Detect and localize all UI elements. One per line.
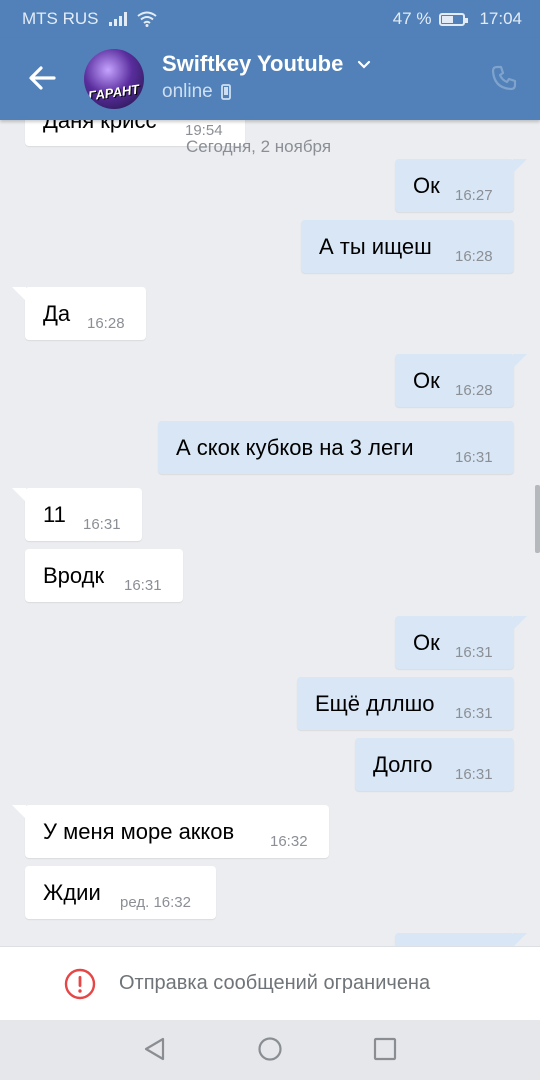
message-text: Долго — [373, 752, 433, 777]
chevron-down-icon[interactable] — [357, 60, 371, 70]
message-bubble[interactable]: У меня море акков 16:32 — [25, 805, 329, 858]
circle-home-icon[interactable] — [257, 1036, 283, 1062]
message-bubble[interactable]: Ок 16:27 — [395, 159, 514, 212]
avatar[interactable]: ГАРАНТ — [84, 49, 144, 109]
message-text: Даня крисс — [43, 120, 157, 133]
message-text: 11 — [43, 502, 66, 527]
scrollbar[interactable] — [535, 485, 540, 553]
bubble-tail — [513, 354, 527, 368]
messaging-restricted-notice: Отправка сообщений ограничена — [0, 946, 540, 1021]
message-text: Вродк — [43, 563, 105, 588]
message-bubble[interactable]: 11 16:31 — [25, 488, 142, 541]
message-time: 16:27 — [455, 187, 493, 204]
square-recents-icon[interactable] — [372, 1036, 398, 1062]
chat-title-text: Swiftkey Youtube — [162, 51, 344, 76]
message-bubble[interactable]: Ждии ред. 16:32 — [25, 866, 216, 919]
battery-percent: 47 % — [392, 9, 432, 28]
message-bubble[interactable]: Вродк 16:31 — [25, 549, 183, 602]
message-text: Ок — [413, 173, 440, 198]
clock: 17:04 — [479, 9, 522, 28]
message-bubble[interactable]: Ок 16:31 — [395, 616, 514, 669]
message-text: Ещё дллшо — [315, 691, 435, 716]
notice-text: Отправка сообщений ограничена — [119, 972, 431, 994]
date-separator: Сегодня, 2 ноября — [186, 137, 332, 156]
back-arrow-icon[interactable] — [24, 60, 60, 96]
battery-icon — [439, 12, 469, 26]
system-navigation-bar — [0, 1020, 540, 1080]
bubble-tail — [513, 933, 527, 946]
message-text: А ты ищеш — [319, 234, 432, 259]
carrier-label: MTS RUS — [22, 9, 99, 28]
message-time: 16:28 — [87, 315, 125, 332]
message-text: Ок — [413, 368, 440, 393]
exclamation-circle-icon — [64, 968, 96, 1000]
message-time: 16:32 — [270, 833, 308, 850]
bubble-tail — [513, 159, 527, 173]
avatar-text: ГАРАНТ — [87, 81, 141, 104]
message-time: 16:31 — [83, 516, 121, 533]
message-text: А скок кубков на 3 леги — [176, 435, 414, 460]
message-bubble[interactable]: А скок кубков на 3 леги 16:31 — [158, 421, 514, 474]
message-bubble-partial[interactable] — [395, 933, 514, 946]
message-bubble[interactable]: Ок 16:28 — [395, 354, 514, 407]
message-time: 16:31 — [455, 766, 493, 783]
message-bubble[interactable]: А ты ищеш 16:28 — [301, 220, 514, 273]
bubble-tail — [513, 616, 527, 630]
message-time: 16:31 — [455, 644, 493, 661]
message-text: Да — [43, 301, 71, 326]
chat-title[interactable]: Swiftkey Youtube — [162, 51, 371, 77]
message-time: ред. 16:32 — [120, 894, 191, 911]
signal-icon — [108, 12, 127, 26]
chat-header: ГАРАНТ Swiftkey Youtube online — [0, 38, 540, 120]
message-time: 16:31 — [124, 577, 162, 594]
wifi-icon — [136, 11, 157, 27]
message-time: 16:28 — [455, 382, 493, 399]
triangle-back-icon[interactable] — [142, 1036, 168, 1062]
message-bubble[interactable]: Долго 16:31 — [355, 738, 514, 791]
message-bubble[interactable]: Ещё дллшо 16:31 — [297, 677, 514, 730]
online-label: online — [162, 81, 213, 102]
phone-call-icon[interactable] — [490, 64, 518, 92]
message-text: У меня море акков — [43, 819, 235, 844]
bubble-tail — [12, 488, 26, 502]
message-bubble[interactable]: Да 16:28 — [25, 287, 146, 340]
bubble-tail — [12, 287, 26, 301]
status-bar: MTS RUS 47 % 17:04 — [0, 0, 540, 38]
message-list[interactable]: Даня крисс 19:54 Сегодня, 2 ноября Ок 16… — [0, 120, 540, 946]
message-time: 16:28 — [455, 248, 493, 265]
bubble-tail — [12, 805, 26, 819]
message-time: 16:31 — [455, 705, 493, 722]
message-text: Ок — [413, 630, 440, 655]
mobile-device-icon — [220, 84, 231, 100]
chat-status: online — [162, 81, 231, 103]
message-time: 16:31 — [455, 449, 493, 466]
message-text: Ждии — [43, 880, 101, 905]
